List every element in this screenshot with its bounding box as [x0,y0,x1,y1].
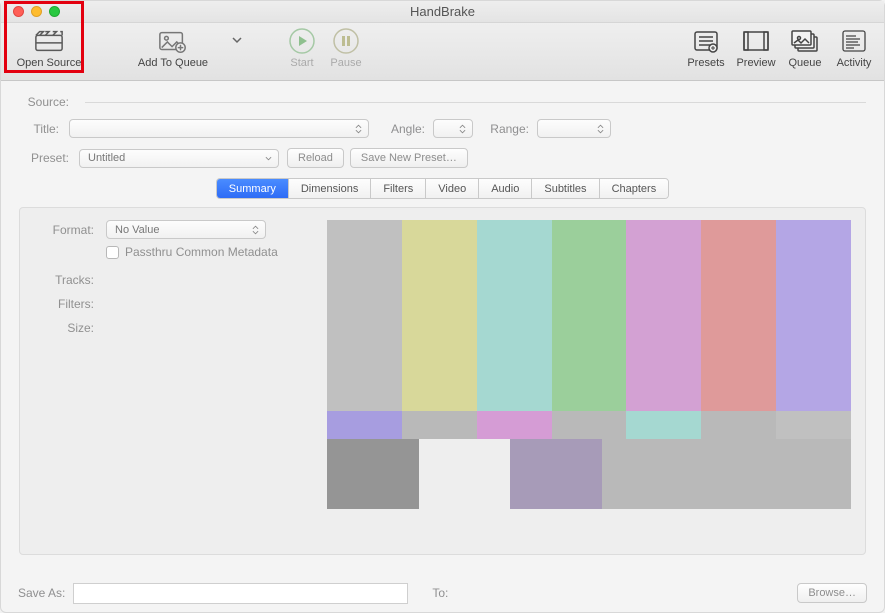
title-label: Title: [19,122,59,136]
preview-label: Preview [736,57,775,69]
toolbar: Open Source Add To Queue [1,23,884,81]
footer: Save As: To: Browse… [0,573,885,613]
preview-icon [741,27,771,55]
presets-label: Presets [687,57,724,69]
tabs: SummaryDimensionsFiltersVideoAudioSubtit… [19,178,866,199]
tab-chapters[interactable]: Chapters [600,179,669,198]
pause-button[interactable]: Pause [327,27,365,75]
add-queue-label: Add To Queue [138,57,208,69]
tracks-label: Tracks: [34,273,94,287]
angle-label: Angle: [369,122,425,136]
tab-filters[interactable]: Filters [371,179,426,198]
queue-label: Queue [788,57,821,69]
queue-icon [790,27,820,55]
open-source-button[interactable]: Open Source [9,27,89,75]
presets-icon [691,27,721,55]
titlebar: HandBrake [1,1,884,23]
source-label: Source: [19,95,69,109]
add-queue-menu-button[interactable] [227,27,247,75]
saveas-label: Save As: [18,586,65,600]
main-content: Source: Title: Angle: Range: Preset: U [1,81,884,612]
angle-select[interactable] [433,119,473,138]
minimize-window-button[interactable] [31,6,42,17]
film-icon [34,27,64,55]
saveas-input[interactable] [73,583,408,604]
passthru-label: Passthru Common Metadata [125,245,278,259]
range-label: Range: [473,122,529,136]
tab-summary[interactable]: Summary [217,179,289,198]
chevron-down-icon [262,156,274,161]
open-source-label: Open Source [17,57,82,69]
stepper-icon [594,124,606,134]
activity-button[interactable]: Activity [832,27,876,75]
reload-button[interactable]: Reload [287,148,344,168]
format-value: No Value [115,224,159,236]
presets-button[interactable]: Presets [684,27,728,75]
save-new-preset-button[interactable]: Save New Preset… [350,148,468,168]
pause-label: Pause [330,57,361,69]
queue-button[interactable]: Queue [784,27,826,75]
close-window-button[interactable] [13,6,24,17]
video-preview [327,220,851,542]
to-label: To: [432,586,448,600]
summary-panel: Format: No Value Passthru Common Metadat… [19,207,866,555]
filters-label: Filters: [34,297,94,311]
start-label: Start [290,57,313,69]
title-select[interactable] [69,119,369,138]
chevron-down-icon [222,27,252,53]
window-controls [13,6,60,17]
stepper-icon [456,124,468,134]
range-select[interactable] [537,119,611,138]
stepper-icon [249,225,261,235]
activity-label: Activity [837,57,872,69]
tab-subtitles[interactable]: Subtitles [532,179,599,198]
tab-audio[interactable]: Audio [479,179,532,198]
divider [85,102,866,103]
preset-select[interactable]: Untitled [79,149,279,168]
size-label: Size: [34,321,94,335]
preset-value: Untitled [88,152,125,164]
format-label: Format: [34,223,94,237]
browse-button[interactable]: Browse… [797,583,867,603]
add-to-queue-button[interactable]: Add To Queue [133,27,213,75]
format-select[interactable]: No Value [106,220,266,239]
play-icon [287,27,317,55]
tab-dimensions[interactable]: Dimensions [289,179,371,198]
preset-label: Preset: [19,151,69,165]
pause-icon [331,27,361,55]
passthru-checkbox[interactable] [106,246,119,259]
tab-video[interactable]: Video [426,179,479,198]
zoom-window-button[interactable] [49,6,60,17]
image-plus-icon [158,27,188,55]
start-button[interactable]: Start [283,27,321,75]
stepper-icon [352,124,364,134]
app-window: HandBrake Open Source [0,0,885,613]
window-title: HandBrake [1,4,884,19]
activity-icon [839,27,869,55]
preview-button[interactable]: Preview [734,27,778,75]
